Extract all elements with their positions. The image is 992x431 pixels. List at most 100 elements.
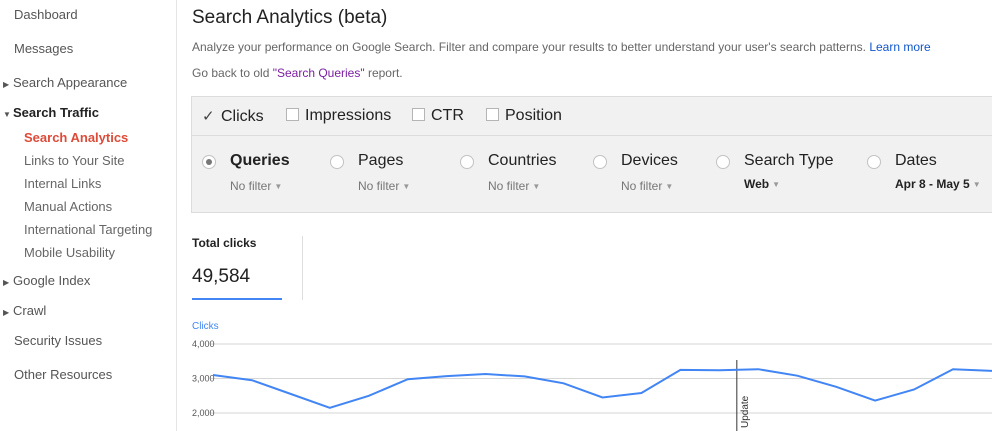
total-clicks-value: 49,584: [192, 266, 251, 287]
filter-label: Queries: [230, 152, 290, 169]
expand-arrow-icon: ▶: [3, 278, 10, 287]
data-point[interactable]: [912, 387, 917, 392]
data-point[interactable]: [288, 392, 293, 397]
filter-dropdown[interactable]: No filter ▼: [358, 179, 410, 193]
data-point[interactable]: [211, 373, 216, 378]
filter-label: Countries: [488, 152, 557, 169]
sidebar-item-search-appearance[interactable]: ▶ Search Appearance: [3, 75, 128, 90]
filter-dropdown[interactable]: Apr 8 - May 5 ▼: [895, 177, 981, 191]
radio-icon: [867, 155, 881, 169]
filter-dropdown[interactable]: No filter ▼: [621, 179, 673, 193]
dropdown-arrow-icon: ▼: [772, 180, 781, 189]
sidebar-item-search-traffic[interactable]: ▼ Search Traffic: [3, 105, 99, 120]
data-point[interactable]: [366, 393, 371, 398]
metrics-bar: ✓ Clicks Impressions CTR Position: [191, 96, 992, 136]
sidebar-item-security-issues[interactable]: Security Issues: [14, 333, 102, 348]
sidebar-item-label: Google Index: [13, 273, 91, 288]
checkbox-icon: [412, 108, 425, 121]
data-point[interactable]: [756, 367, 761, 372]
data-point[interactable]: [444, 374, 449, 379]
metric-position-checkbox[interactable]: Position: [486, 107, 562, 125]
radio-icon: [330, 155, 344, 169]
data-point[interactable]: [639, 390, 644, 395]
filter-value: No filter: [488, 179, 530, 193]
page-description: Analyze your performance on Google Searc…: [192, 40, 931, 54]
filter-dropdown[interactable]: No filter ▼: [488, 179, 540, 193]
total-clicks-indicator: [192, 298, 282, 300]
dropdown-arrow-icon: ▼: [532, 182, 541, 191]
metric-ctr-checkbox[interactable]: CTR: [412, 107, 464, 125]
filter-label: Dates: [895, 152, 937, 169]
dropdown-arrow-icon: ▼: [972, 180, 981, 189]
sidebar-item-mobile-usability[interactable]: Mobile Usability: [24, 245, 115, 260]
old-search-queries-link[interactable]: "Search Queries": [273, 66, 365, 80]
data-point[interactable]: [951, 367, 956, 372]
filter-label: Pages: [358, 152, 404, 169]
data-point[interactable]: [522, 374, 527, 379]
page-title: Search Analytics (beta): [192, 7, 388, 28]
data-point[interactable]: [795, 373, 800, 378]
sidebar: Dashboard Messages ▶ Search Appearance ▼ S…: [0, 0, 177, 431]
sidebar-item-crawl[interactable]: ▶ Crawl: [3, 303, 46, 318]
metric-label: Position: [505, 107, 562, 124]
description-text: Analyze your performance on Google Searc…: [192, 40, 866, 54]
dropdown-arrow-icon: ▼: [402, 182, 411, 191]
filter-value: No filter: [358, 179, 400, 193]
radio-icon: [460, 155, 474, 169]
sidebar-item-manual-actions[interactable]: Manual Actions: [24, 199, 112, 214]
checkmark-icon: ✓: [202, 108, 215, 125]
data-point[interactable]: [327, 405, 332, 410]
data-point[interactable]: [561, 381, 566, 386]
data-point[interactable]: [834, 384, 839, 389]
data-point[interactable]: [717, 368, 722, 373]
clicks-line-chart: 4,0003,0002,000 Update: [192, 339, 992, 431]
metric-clicks-checkbox[interactable]: ✓ Clicks: [202, 107, 264, 126]
sidebar-item-google-index[interactable]: ▶ Google Index: [3, 273, 91, 288]
checkbox-icon: [286, 108, 299, 121]
radio-icon: [716, 155, 730, 169]
main-content: Search Analytics (beta) Analyze your per…: [178, 0, 992, 431]
data-point[interactable]: [873, 398, 878, 403]
dropdown-arrow-icon: ▼: [665, 182, 674, 191]
annotation-label: Update: [740, 395, 751, 428]
sidebar-item-international-targeting[interactable]: International Targeting: [24, 222, 152, 237]
sidebar-item-internal-links[interactable]: Internal Links: [24, 176, 101, 191]
filter-dropdown[interactable]: Web ▼: [744, 177, 780, 191]
sidebar-item-label: Search Appearance: [13, 75, 128, 90]
filter-value: Web: [744, 177, 770, 191]
checkbox-icon: [486, 108, 499, 121]
filter-value: No filter: [230, 179, 272, 193]
metric-label: Impressions: [305, 107, 392, 124]
old-report-note: Go back to old "Search Queries" report.: [192, 66, 403, 80]
filter-label: Search Type: [744, 152, 834, 169]
radio-icon: [593, 155, 607, 169]
collapse-arrow-icon: ▼: [3, 110, 11, 119]
data-point[interactable]: [405, 377, 410, 382]
old-report-suffix: report.: [364, 66, 403, 80]
learn-more-link[interactable]: Learn more: [869, 40, 930, 54]
metric-label: Clicks: [221, 108, 264, 125]
sidebar-item-other-resources[interactable]: Other Resources: [14, 367, 112, 382]
dropdown-arrow-icon: ▼: [274, 182, 283, 191]
data-point[interactable]: [600, 395, 605, 400]
radio-selected-icon: [202, 155, 216, 169]
old-report-prefix: Go back to old: [192, 66, 273, 80]
sidebar-item-messages[interactable]: Messages: [14, 41, 73, 56]
metric-impressions-checkbox[interactable]: Impressions: [286, 107, 391, 125]
filter-value: No filter: [621, 179, 663, 193]
metric-label: CTR: [431, 107, 464, 124]
filter-label: Devices: [621, 152, 678, 169]
data-point[interactable]: [249, 378, 254, 383]
sidebar-item-search-analytics[interactable]: Search Analytics: [24, 130, 128, 145]
sidebar-item-dashboard[interactable]: Dashboard: [14, 7, 78, 22]
expand-arrow-icon: ▶: [3, 308, 10, 317]
sidebar-item-label: Search Traffic: [13, 105, 99, 120]
expand-arrow-icon: ▶: [3, 80, 10, 89]
total-clicks-label: Total clicks: [192, 236, 257, 250]
filter-value: Apr 8 - May 5: [895, 177, 970, 191]
filter-dropdown[interactable]: No filter ▼: [230, 179, 282, 193]
sidebar-item-links-to-your-site[interactable]: Links to Your Site: [24, 153, 124, 168]
data-point[interactable]: [483, 372, 488, 377]
y-tick-label: 4,000: [192, 339, 215, 349]
data-point[interactable]: [678, 367, 683, 372]
